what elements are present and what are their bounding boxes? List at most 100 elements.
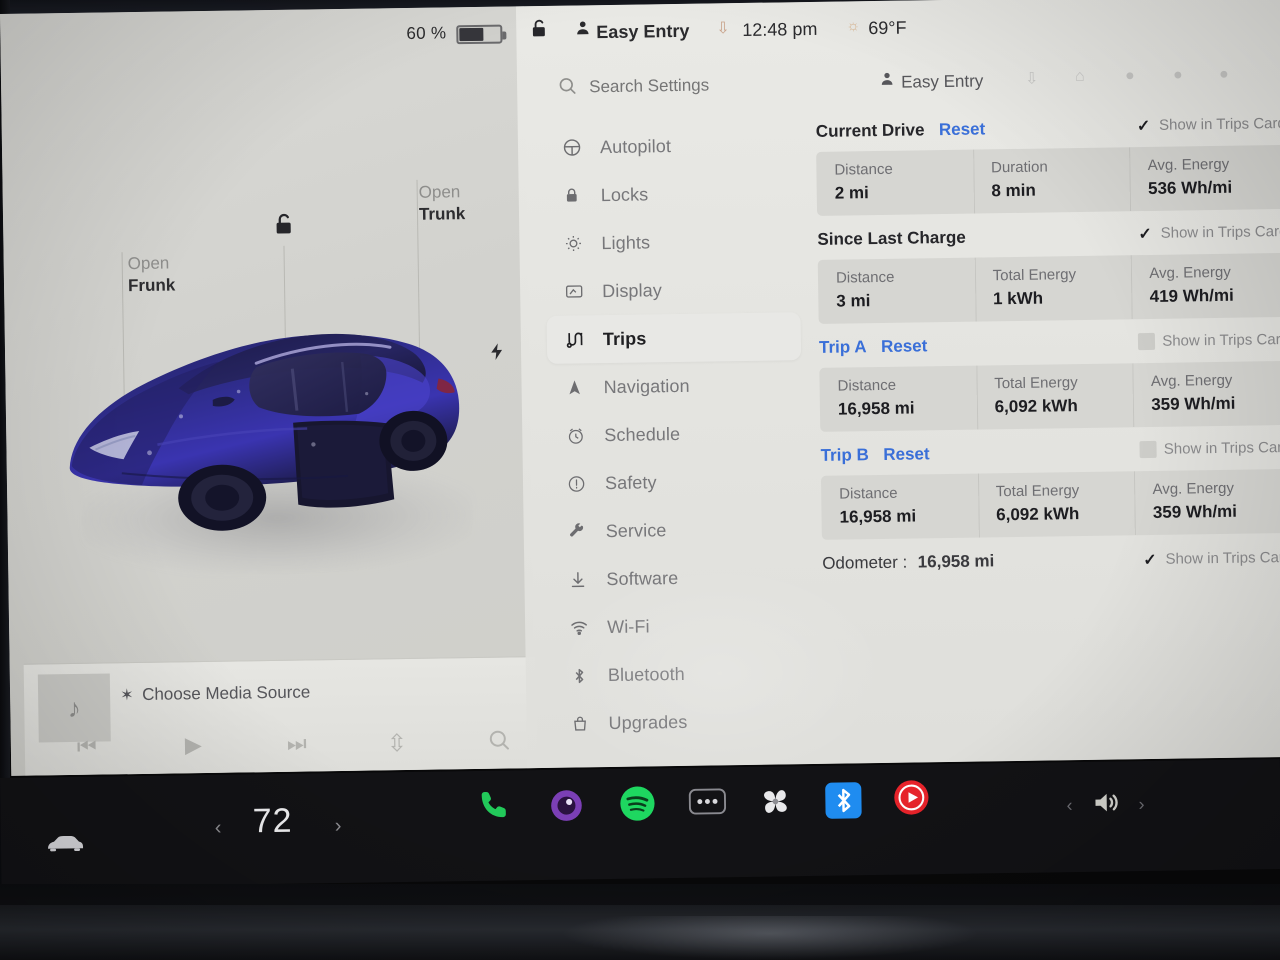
section-title: Current Drive <box>815 120 925 141</box>
section-title[interactable]: Trip A <box>819 337 867 357</box>
trips-content: Current Drive Reset ✓ Show in Trips Card… <box>816 115 1280 588</box>
search-icon <box>557 75 577 100</box>
sidebar-item-schedule[interactable]: Schedule <box>548 408 803 460</box>
person-icon[interactable] <box>574 19 591 41</box>
spotify-app-icon[interactable] <box>618 784 657 823</box>
stats-row: Distance 16,958 mi Total Energy 6,092 kW… <box>819 360 1280 432</box>
reset-button[interactable]: Reset <box>881 336 928 356</box>
choose-media-source-button[interactable]: Choose Media Source <box>142 682 310 704</box>
equalizer-button[interactable]: ⇳ <box>387 729 408 758</box>
sidebar-item-navigation[interactable]: Navigation <box>547 360 802 412</box>
steering-wheel-icon <box>562 137 592 157</box>
cabin-temperature-value[interactable]: 72 <box>252 802 292 842</box>
battery-percent-label: 60 % <box>406 23 447 43</box>
unlocked-padlock-icon[interactable] <box>528 18 550 40</box>
play-button[interactable]: ▶ <box>185 732 202 758</box>
bottom-taskbar: ‹ 72 › ‹ › <box>0 759 1280 888</box>
youtube-music-icon[interactable] <box>892 778 931 817</box>
stat-label: Duration <box>990 158 1048 177</box>
show-in-trips-card-toggle[interactable]: ✓ Show in Trips Card <box>1137 223 1280 243</box>
sidebar-label: Trips <box>602 327 647 349</box>
settings-status-bar: Easy Entry ⇩ 12:48 pm ☼ 69°F <box>516 0 1280 50</box>
sidebar-label: Display <box>602 279 663 301</box>
home-status-icon: ⌂ <box>1074 67 1085 86</box>
bluetooth-app-icon[interactable] <box>824 781 863 820</box>
stat-value: 6,092 kWh <box>996 504 1080 525</box>
volume-down-button[interactable]: ‹ <box>1066 795 1072 816</box>
vehicle-body <box>69 333 460 531</box>
person-icon <box>879 71 895 92</box>
phone-app-icon[interactable] <box>476 786 515 825</box>
stats-row: Distance 2 mi Duration 8 min Avg. Energy… <box>816 144 1280 216</box>
battery-fill <box>459 27 484 42</box>
sidebar-label: Locks <box>600 183 649 205</box>
stat-label: Total Energy <box>995 482 1080 501</box>
stat-value: 359 Wh/mi <box>1151 393 1236 414</box>
show-in-trips-card-label: Show in Trips Card <box>1163 438 1280 458</box>
sidebar-item-software[interactable]: Software <box>550 552 805 604</box>
stat-value: 359 Wh/mi <box>1152 501 1238 522</box>
search-media-button[interactable] <box>487 728 511 758</box>
photograph-of-tesla-touchscreen: 60 % Open Frunk Open Trunk ♪ ✶ Choose Me… <box>0 0 1280 960</box>
reset-button[interactable]: Reset <box>939 119 986 139</box>
show-in-trips-card-toggle[interactable]: ✓ Show in Trips Card <box>1135 114 1280 135</box>
sun-icon: ☼ <box>846 17 861 35</box>
sidebar-label: Safety <box>604 471 657 493</box>
speaker-volume-icon[interactable] <box>1088 787 1123 823</box>
temp-up-button[interactable]: › <box>335 815 342 838</box>
next-track-button[interactable]: ⏭ <box>287 731 307 757</box>
checkbox-checked-icon: ✓ <box>1138 225 1152 243</box>
show-in-trips-card-label: Show in Trips Card <box>1158 114 1280 134</box>
unlocked-padlock-icon[interactable] <box>271 212 297 238</box>
sidebar-item-service[interactable]: Service <box>549 504 804 556</box>
wifi-icon <box>569 617 599 637</box>
sidebar-item-display[interactable]: Display <box>546 264 801 316</box>
sidebar-item-trips[interactable]: Trips <box>546 312 802 364</box>
temp-down-button[interactable]: ‹ <box>215 817 222 840</box>
sidebar-item-autopilot[interactable]: Autopilot <box>544 120 799 172</box>
music-note-icon: ♪ <box>67 692 82 723</box>
reset-button[interactable]: Reset <box>883 444 930 464</box>
settings-profile-name[interactable]: Easy Entry <box>901 71 983 92</box>
camera-app-icon[interactable] <box>548 787 587 826</box>
open-frunk-line1: Open <box>127 253 170 274</box>
album-art-placeholder[interactable]: ♪ <box>37 673 111 743</box>
previous-track-button[interactable]: ⏮ <box>77 734 97 760</box>
section-title[interactable]: Trip B <box>820 445 868 465</box>
sidebar-item-safety[interactable]: Safety <box>549 456 804 508</box>
outside-temperature-label: 69°F <box>868 17 907 39</box>
sidebar-label: Service <box>605 519 667 541</box>
more-apps-icon[interactable] <box>688 787 727 826</box>
climate-fan-icon[interactable] <box>756 782 795 821</box>
volume-up-button[interactable]: › <box>1138 794 1144 815</box>
stat-label: Distance <box>839 484 898 503</box>
stat-value: 16,958 mi <box>837 398 915 419</box>
show-in-trips-card-toggle[interactable]: Show in Trips Card <box>1139 438 1280 459</box>
sidebar-item-wifi[interactable]: Wi-Fi <box>551 600 806 652</box>
sidebar-item-locks[interactable]: Locks <box>544 168 799 220</box>
battery-icon <box>456 24 503 45</box>
stat-cell: Distance 3 mi <box>818 258 976 324</box>
sidebar-label: Upgrades <box>608 711 688 733</box>
profile-name-label[interactable]: Easy Entry <box>596 21 689 43</box>
sidebar-label: Software <box>606 567 679 589</box>
show-in-trips-card-label: Show in Trips Card <box>1162 330 1280 350</box>
sidebar-item-bluetooth[interactable]: Bluetooth <box>552 648 807 700</box>
settings-nav-list: Autopilot Locks Lights Display Trips Nav… <box>544 120 807 748</box>
stat-cell: Distance 16,958 mi <box>819 366 977 432</box>
lock-icon <box>563 186 593 204</box>
background-reflection <box>560 916 980 960</box>
stat-value: 3 mi <box>836 291 871 311</box>
show-in-trips-card-toggle[interactable]: Show in Trips Card <box>1138 330 1280 351</box>
sidebar-item-upgrades[interactable]: Upgrades <box>552 696 807 748</box>
vehicle-image[interactable] <box>59 292 493 588</box>
search-input[interactable] <box>589 73 850 98</box>
open-trunk-line2: Trunk <box>418 204 466 224</box>
show-in-trips-card-toggle[interactable]: ✓ Show in Trips Card <box>1141 549 1280 569</box>
open-trunk-button[interactable]: Open Trunk <box>419 181 466 226</box>
car-icon[interactable] <box>45 833 85 859</box>
open-frunk-button[interactable]: Open Frunk <box>128 252 176 297</box>
trip-section-since-last-charge: Since Last Charge ✓ Show in Trips Card D… <box>817 223 1280 324</box>
sidebar-item-lights[interactable]: Lights <box>545 216 800 268</box>
stat-cell: Avg. Energy 419 Wh/mi <box>1131 253 1280 319</box>
